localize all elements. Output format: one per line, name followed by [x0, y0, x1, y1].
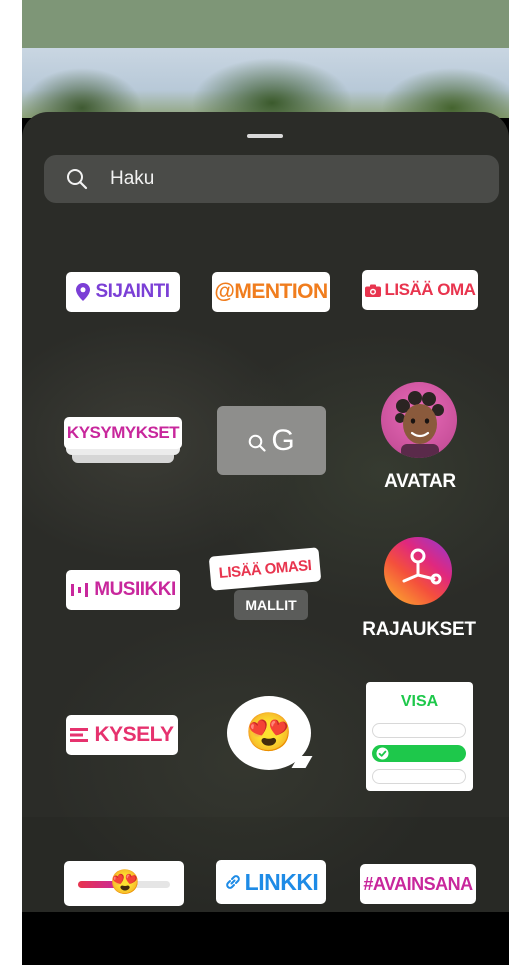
poll-lines-icon: [70, 728, 89, 742]
templates-top-card: LISÄÄ OMASI: [208, 547, 322, 591]
link-icon: [225, 875, 240, 889]
gif-sticker-label: G: [271, 423, 295, 457]
search-placeholder: Haku: [110, 168, 155, 189]
poll-sticker[interactable]: KYSELY: [66, 715, 178, 755]
music-bars-icon: [71, 583, 89, 597]
music-sticker-label: MUSIIKKI: [94, 579, 176, 600]
mention-sticker[interactable]: @MENTION: [212, 272, 330, 312]
slider-emoji: 😍: [110, 869, 140, 896]
templates-sticker[interactable]: LISÄÄ OMASI MALLIT: [208, 544, 324, 630]
music-sticker[interactable]: MUSIIKKI: [66, 570, 180, 610]
avatar-sticker[interactable]: AVATAR: [372, 382, 472, 502]
avatar-face-icon: [395, 391, 444, 458]
camera-icon: [364, 284, 381, 297]
hashtag-sticker[interactable]: #AVAINSANA: [360, 864, 476, 904]
questions-sticker-label: KYSYMYKSET: [66, 423, 180, 442]
add-yours-sticker[interactable]: LISÄÄ OMA: [362, 270, 478, 310]
link-sticker[interactable]: LINKKI: [216, 860, 326, 904]
avatar-sticker-label: AVATAR: [384, 471, 456, 492]
scissors-icon: [402, 548, 442, 585]
add-yours-sticker-label: LISÄÄ OMA: [384, 280, 476, 299]
cutouts-sticker[interactable]: RAJAUKSET: [362, 537, 482, 647]
quiz-option-3: [372, 769, 466, 784]
system-navigation-bar: [22, 912, 509, 965]
poll-sticker-label: KYSELY: [94, 723, 174, 746]
check-icon: [376, 747, 389, 760]
story-photo-preview: [22, 48, 509, 118]
templates-bottom-card: MALLIT: [234, 590, 308, 620]
emoji-reaction-sticker[interactable]: 😍: [227, 696, 317, 780]
sticker-tray-sheet: Haku SIJAINTI @MENTION LISÄÄ OMA KYSYMYK…: [22, 112, 509, 912]
location-pin-icon: [76, 283, 91, 301]
emoji-slider-sticker[interactable]: 😍: [64, 861, 184, 906]
quiz-option-correct: [372, 745, 466, 762]
gif-sticker[interactable]: G: [217, 406, 326, 475]
sticker-search-field[interactable]: Haku: [44, 155, 499, 203]
story-editor-screen: Haku SIJAINTI @MENTION LISÄÄ OMA KYSYMYK…: [22, 0, 509, 965]
avatar: [381, 382, 457, 458]
quiz-sticker[interactable]: VISA: [366, 682, 473, 791]
heart-eyes-emoji: 😍: [245, 712, 293, 754]
templates-top-label: LISÄÄ OMASI: [218, 556, 312, 582]
quiz-option-1: [372, 723, 466, 738]
questions-sticker[interactable]: KYSYMYKSET: [64, 417, 182, 467]
cutouts-sticker-label: RAJAUKSET: [362, 619, 476, 640]
templates-bottom-label: MALLIT: [245, 597, 297, 613]
location-sticker[interactable]: SIJAINTI: [66, 272, 180, 312]
quiz-title: VISA: [400, 693, 439, 710]
gif-search-icon: [249, 434, 266, 452]
story-background-top: [22, 0, 509, 48]
mention-sticker-label: @MENTION: [214, 280, 328, 303]
link-sticker-label: LINKKI: [244, 868, 319, 895]
cutouts-app-icon: [384, 537, 452, 605]
drag-handle[interactable]: [247, 134, 283, 138]
location-sticker-label: SIJAINTI: [95, 281, 170, 302]
questions-card: KYSYMYKSET: [64, 417, 182, 449]
search-icon: [67, 169, 88, 190]
hashtag-sticker-label: #AVAINSANA: [363, 873, 473, 894]
